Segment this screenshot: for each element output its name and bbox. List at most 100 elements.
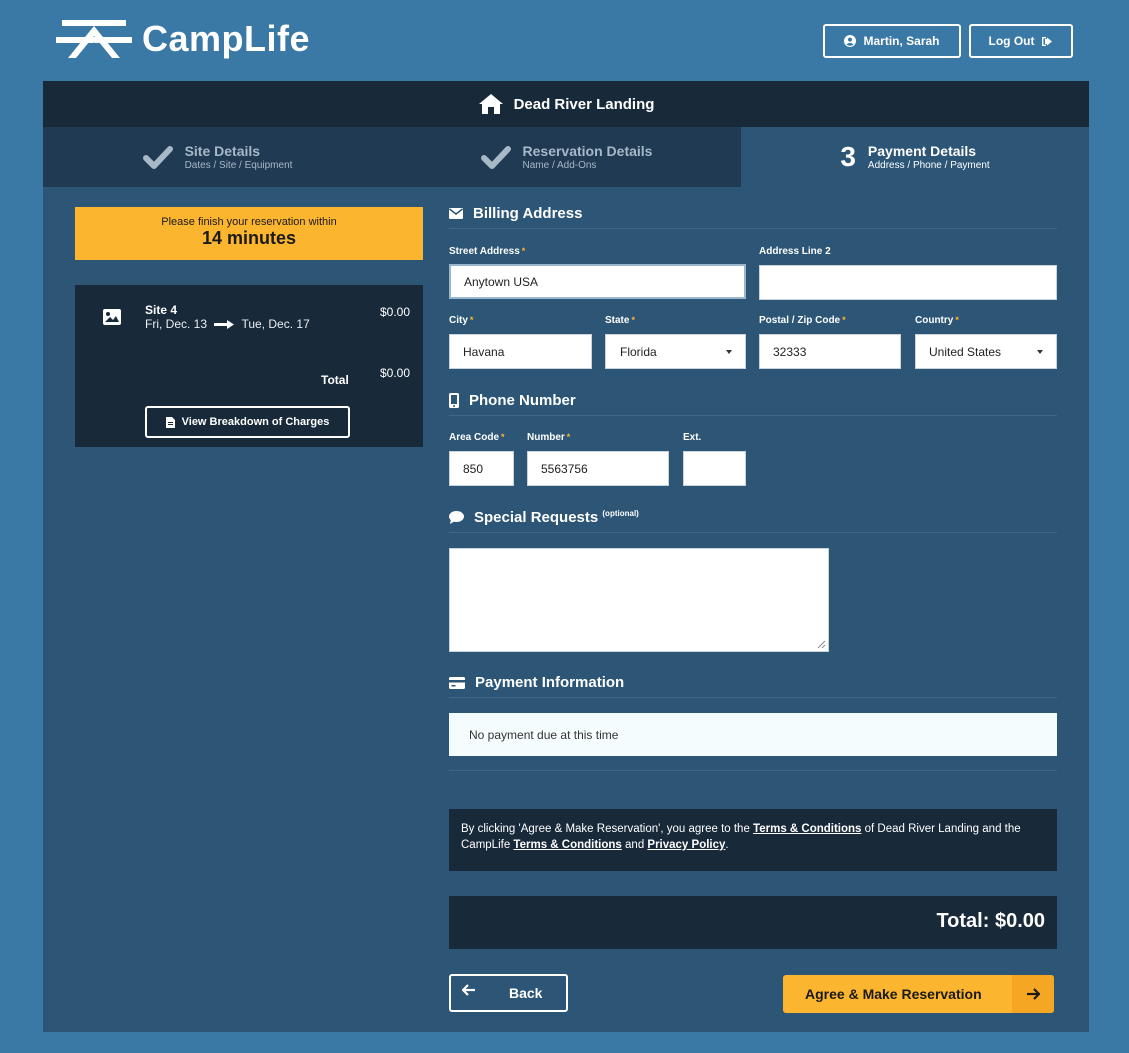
check-icon [480,146,511,169]
mobile-phone-icon [449,393,459,408]
date-from: Fri, Dec. 13 [145,317,208,331]
back-button[interactable]: Back [449,974,568,1012]
payment-message: No payment due at this time [449,713,1057,756]
special-title: Special Requests (optional) [474,509,639,526]
arrow-left-icon [462,984,475,996]
step-reservation-details[interactable]: Reservation Details Name / Add-Ons [392,127,741,187]
step-subtitle: Dates / Site / Equipment [184,159,293,171]
user-account-button[interactable]: Martin, Sarah [823,24,961,58]
step-subtitle: Name / Add-Ons [522,159,597,171]
extension-label: Ext. [683,432,702,443]
comment-icon [449,511,464,524]
area-code-input[interactable]: 850 [449,451,514,486]
camplife-terms-link[interactable]: Terms & Conditions [513,839,621,851]
order-total: Total: $0.00 [936,910,1045,932]
payment-title: Payment Information [475,674,625,691]
summary-dates: Fri, Dec. 13 Tue, Dec. 17 [145,317,310,331]
label-text: Number [527,432,565,443]
terms-text: By clicking 'Agree & Make Reservation', … [461,823,754,835]
state-label: State * [605,315,635,326]
credit-card-icon [449,676,465,689]
back-label: Back [509,985,543,1001]
step-title: Site Details [184,142,261,159]
reservation-panel: Dead River Landing Site Details Dates / … [43,81,1089,1032]
extension-input[interactable] [683,451,746,486]
required-marker: * [566,432,571,442]
special-requests-textarea[interactable] [449,548,829,652]
park-header: Dead River Landing [43,81,1089,127]
agree-label: Agree & Make Reservation [805,986,982,1002]
special-title-text: Special Requests [474,509,599,526]
required-marker: * [521,246,526,256]
payment-section-title: Payment Information [449,674,1057,698]
envelope-icon [449,208,463,219]
country-label: Country * [915,315,959,326]
step-title: Payment Details [867,142,977,159]
summary-site-price: $0.00 [379,305,410,319]
view-breakdown-button[interactable]: View Breakdown of Charges [145,406,350,438]
country-value: United States [929,344,1002,359]
label-text: Area Code [449,432,500,443]
reservation-timer: Please finish your reservation within 14… [75,207,423,260]
address-line2-input[interactable] [759,265,1057,300]
special-requests-section-title: Special Requests (optional) [449,509,1057,533]
resize-grip-icon[interactable] [817,640,826,649]
progress-steps: Site Details Dates / Site / Equipment Re… [43,127,1089,187]
summary-total-value: $0.00 [379,366,410,380]
phone-number-input[interactable]: 5563756 [527,451,669,486]
country-select[interactable]: United States [915,334,1057,369]
user-name: Martin, Sarah [863,34,940,48]
terms-text: . [725,839,729,851]
section-divider [449,770,1057,771]
logout-label: Log Out [988,34,1035,48]
camplife-tent-icon [56,20,132,58]
logout-button[interactable]: Log Out [969,24,1073,58]
app-name: CampLife [142,18,311,59]
camplife-logo[interactable]: CampLife [56,18,310,60]
area-code-label: Area Code * [449,432,505,443]
step-title: Reservation Details [522,142,653,159]
summary-total-label: Total [321,373,349,387]
park-name: Dead River Landing [513,95,655,113]
sign-out-icon [1042,36,1053,46]
zip-label: Postal / Zip Code * [759,315,846,326]
park-terms-link[interactable]: Terms & Conditions [753,823,861,835]
required-marker: * [842,315,846,325]
step-subtitle: Address / Phone / Payment [867,159,990,171]
state-value: Florida [620,344,657,359]
terms-text: and [621,839,648,851]
long-arrow-right-icon [214,320,235,330]
required-marker: * [469,315,474,325]
agree-make-reservation-button[interactable]: Agree & Make Reservation [783,975,1054,1013]
file-icon [165,416,175,428]
billing-title: Billing Address [473,205,583,222]
optional-tag: (optional) [602,509,639,518]
date-to: Tue, Dec. 17 [241,317,310,331]
phone-section-title: Phone Number [449,392,1057,416]
required-marker: * [955,315,959,325]
label-text: State [605,315,630,326]
street-address-input[interactable]: Anytown USA [449,264,746,299]
privacy-policy-link[interactable]: Privacy Policy [647,839,725,851]
zip-input[interactable]: 32333 [759,334,901,369]
phone-number-label: Number * [527,432,570,443]
total-bar: Total: $0.00 [449,896,1057,949]
label-text: Street Address [449,246,520,257]
label-text: Country [915,315,954,326]
top-bar: CampLife Martin, Sarah Log Out [0,0,1129,80]
state-select[interactable]: Florida [605,334,746,369]
label-text: Postal / Zip Code [759,315,841,326]
user-circle-icon [844,35,857,47]
required-marker: * [631,315,635,325]
required-marker: * [501,432,505,442]
arrow-right-icon [1012,975,1054,1013]
step-payment-details: 3 Payment Details Address / Phone / Paym… [741,127,1089,187]
summary-site: Site 4 [145,303,178,317]
reservation-summary: Site 4 Fri, Dec. 13 Tue, Dec. 17 $0.00 T… [75,285,423,447]
phone-title: Phone Number [469,392,576,409]
city-input[interactable]: Havana [449,334,592,369]
street-address-label: Street Address * [449,246,525,257]
image-icon [103,309,121,325]
step-site-details[interactable]: Site Details Dates / Site / Equipment [43,127,392,187]
timer-label: Please finish your reservation within [161,216,337,228]
